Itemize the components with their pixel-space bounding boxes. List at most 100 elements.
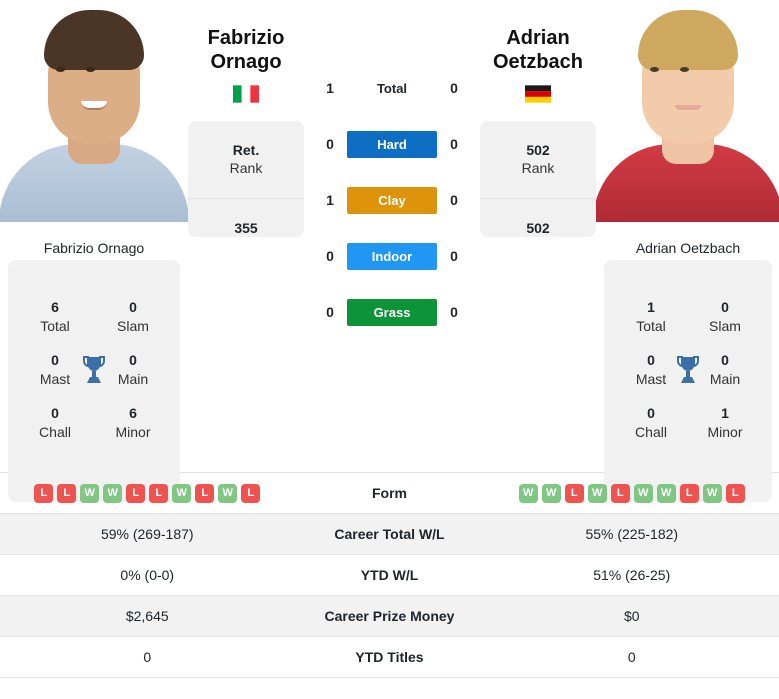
- titles-total: 1 Total: [620, 298, 682, 335]
- right-ytd_wl: 51% (26-25): [593, 567, 671, 583]
- form-badge-win[interactable]: W: [633, 483, 653, 503]
- right-form: WWLWLWWLWL: [485, 483, 779, 503]
- form-badge-loss[interactable]: L: [564, 483, 584, 503]
- left-rank-label: Rank: [229, 160, 263, 177]
- titles-minor: 1 Minor: [694, 404, 756, 441]
- form-badge-loss[interactable]: L: [149, 483, 169, 503]
- titles-main-label: Main: [117, 370, 149, 387]
- titles-row-3: 0 Chall 1 Minor: [610, 404, 766, 441]
- titles-total: 6 Total: [24, 298, 86, 335]
- titles-slam: 0 Slam: [694, 298, 756, 335]
- h2h-right-indoor: 0: [450, 248, 458, 264]
- surface-label-clay[interactable]: Clay: [347, 186, 437, 214]
- left-player-last-name: Ornago: [210, 51, 282, 74]
- right-ytd_titles: 0: [627, 649, 636, 665]
- left-player-panel: Fabrizio Ornago . 6 Total 0 Slam: [0, 0, 188, 502]
- form-badge-loss[interactable]: L: [34, 483, 54, 503]
- left-player-name[interactable]: Fabrizio Ornago: [188, 0, 304, 75]
- titles-slam-label: Slam: [117, 317, 149, 334]
- right-high-value: 502: [526, 220, 550, 237]
- form-badge-win[interactable]: W: [218, 483, 238, 503]
- surface-label-indoor[interactable]: Indoor: [347, 242, 437, 270]
- titles-chall: 0 Chall: [620, 404, 682, 441]
- germany-flag-icon: [525, 85, 551, 103]
- stat-label: Career Total W/L: [334, 526, 445, 542]
- titles-chall-label: Chall: [39, 424, 71, 441]
- surface-label-grass[interactable]: Grass: [347, 298, 437, 326]
- left-high-value: 355: [234, 220, 258, 237]
- h2h-right-grass: 0: [450, 304, 458, 320]
- player-comparison-page: Fabrizio Ornago . 6 Total 0 Slam: [0, 0, 779, 699]
- photo-eye-right: [86, 67, 95, 72]
- h2h-right-hard: 0: [450, 136, 458, 152]
- form-badge-win[interactable]: W: [656, 483, 676, 503]
- surface-label-hard[interactable]: Hard: [347, 130, 437, 158]
- right-high-cell: 502 High: [480, 199, 596, 237]
- titles-mast: 0 Mast: [24, 351, 86, 388]
- h2h-left-clay: 1: [326, 192, 334, 208]
- titles-slam-label: Slam: [709, 317, 741, 334]
- left-prize_money: $2,645: [125, 608, 169, 624]
- h2h-right-total: 0: [450, 80, 458, 96]
- form-badge-loss[interactable]: L: [57, 483, 77, 503]
- left-career_wl: 59% (269-187): [100, 526, 194, 542]
- right-player-first-name: Adrian: [506, 27, 570, 49]
- table-row: 59% (269-187) Career Total W/L 55% (225-18…: [0, 514, 779, 555]
- titles-minor: 6 Minor: [102, 404, 164, 441]
- form-badge-win[interactable]: W: [702, 483, 722, 503]
- left-form-strip: LLWWLLWLWL: [0, 483, 295, 503]
- right-player-titles-card: . 1 Total 0 Slam 0: [604, 260, 772, 502]
- right-rank-cell: 502 Rank: [480, 121, 596, 199]
- titles-minor-value: 6: [129, 405, 137, 422]
- left-high-cell: 355 High: [188, 199, 304, 237]
- titles-main-label: Main: [709, 370, 741, 387]
- form-badge-win[interactable]: W: [541, 483, 561, 503]
- comparison-header: Fabrizio Ornago . 6 Total 0 Slam: [0, 0, 779, 502]
- titles-slam-value: 0: [721, 299, 729, 315]
- right-player-panel: Adrian Oetzbach . 1 Total 0 Slam: [596, 0, 779, 502]
- form-badge-loss[interactable]: L: [126, 483, 146, 503]
- h2h-left-hard: 0: [326, 136, 334, 152]
- right-player-rank-card: 502 Rank 502 High 26 Age R Plays: [480, 120, 596, 237]
- h2h-right-clay: 0: [450, 192, 458, 208]
- h2h-row-hard: 0 Hard 0: [304, 116, 480, 172]
- table-row: 0 YTD Titles 0: [0, 637, 779, 678]
- photo-mouth: [675, 105, 701, 110]
- right-player-photo[interactable]: [596, 0, 779, 222]
- titles-main-value: 0: [721, 352, 729, 369]
- form-badge-win[interactable]: W: [103, 483, 123, 503]
- photo-hair: [44, 10, 144, 70]
- stat-label: YTD W/L: [360, 567, 419, 583]
- form-badge-loss[interactable]: L: [679, 483, 699, 503]
- titles-main-value: 0: [129, 352, 137, 369]
- form-badge-loss[interactable]: L: [725, 483, 745, 503]
- titles-minor-label: Minor: [115, 424, 151, 441]
- trophy-icon: [79, 354, 109, 386]
- head-to-head-surfaces: 1 Total 0 0 Hard 0 1 Clay 0 0 Indoor 0 0 Grass 0: [304, 0, 480, 340]
- form-badge-win[interactable]: W: [587, 483, 607, 503]
- form-badge-loss[interactable]: L: [610, 483, 630, 503]
- form-badge-loss[interactable]: L: [195, 483, 215, 503]
- photo-hair: [638, 10, 738, 70]
- table-row: $2,645 Career Prize Money $0: [0, 596, 779, 637]
- titles-total-label: Total: [636, 317, 666, 334]
- surface-label-total[interactable]: Total: [347, 75, 437, 102]
- form-badge-win[interactable]: W: [518, 483, 538, 503]
- right-player-name[interactable]: Adrian Oetzbach: [480, 0, 596, 75]
- titles-chall-value: 0: [51, 405, 59, 422]
- left-rank-value: Ret.: [232, 142, 260, 159]
- right-player-last-name: Oetzbach: [492, 51, 584, 74]
- photo-eye-right: [680, 67, 689, 72]
- titles-row-3: 0 Chall 6 Minor: [14, 404, 174, 441]
- right-career_wl: 55% (225-182): [585, 526, 679, 542]
- titles-chall-value: 0: [647, 405, 655, 422]
- stat-label: Career Prize Money: [324, 608, 455, 624]
- h2h-row-total: 1 Total 0: [304, 60, 480, 116]
- h2h-row-indoor: 0 Indoor 0: [304, 228, 480, 284]
- form-badge-win[interactable]: W: [172, 483, 192, 503]
- form-badge-loss[interactable]: L: [241, 483, 261, 503]
- form-badge-win[interactable]: W: [80, 483, 100, 503]
- titles-mast-label: Mast: [39, 370, 71, 387]
- titles-total-value: 6: [51, 299, 59, 315]
- left-player-photo[interactable]: [0, 0, 188, 222]
